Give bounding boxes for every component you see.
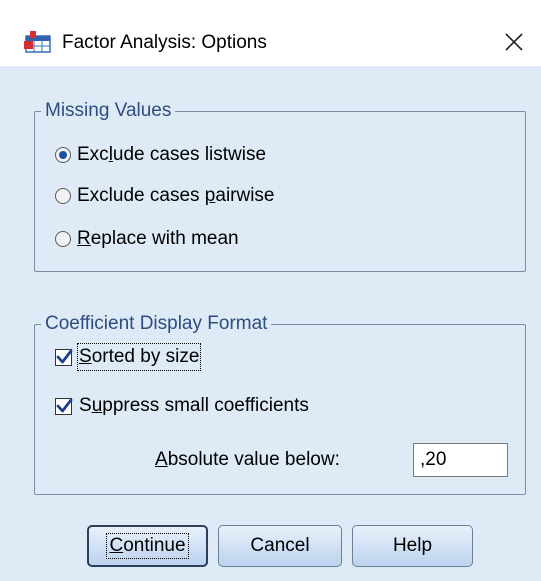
cancel-button[interactable]: Cancel	[218, 525, 342, 567]
absolute-value-label: Absolute value below:	[155, 449, 340, 470]
close-icon[interactable]	[498, 26, 530, 58]
radio-exclude-pairwise[interactable]: Exclude cases pairwise	[55, 184, 275, 208]
checkmark-icon	[56, 349, 73, 363]
radio-replace-with-mean-label: Replace with mean	[77, 228, 239, 249]
radio-replace-with-mean[interactable]: Replace with mean	[55, 227, 239, 251]
checkbox-sorted-by-size[interactable]: Sorted by size	[55, 343, 202, 371]
factor-analysis-app-icon	[24, 31, 52, 53]
radio-indicator[interactable]	[55, 147, 71, 163]
continue-button-label: Continue	[106, 533, 189, 559]
radio-exclude-listwise-label: Exclude cases listwise	[77, 144, 267, 165]
checkbox-suppress-indicator[interactable]	[55, 397, 73, 415]
missing-values-legend: Missing Values	[45, 100, 172, 121]
checkbox-sorted-label: Sorted by size	[76, 343, 202, 371]
radio-exclude-listwise[interactable]: Exclude cases listwise	[55, 143, 266, 167]
radio-exclude-pairwise-label: Exclude cases pairwise	[77, 185, 275, 206]
absolute-value-input[interactable]	[413, 443, 508, 477]
checkbox-sorted-indicator[interactable]	[55, 348, 73, 366]
coefficient-display-legend: Coefficient Display Format	[45, 313, 268, 334]
window-title: Factor Analysis: Options	[62, 32, 267, 53]
continue-button[interactable]: Continue	[87, 525, 208, 567]
radio-indicator[interactable]	[55, 188, 71, 204]
radio-indicator[interactable]	[55, 231, 71, 247]
checkmark-icon	[56, 398, 73, 412]
checkbox-suppress-label: Suppress small coefficients	[79, 395, 309, 416]
checkbox-suppress-small[interactable]: Suppress small coefficients	[55, 394, 309, 418]
title-bar: Factor Analysis: Options	[0, 0, 541, 66]
help-button[interactable]: Help	[352, 525, 473, 567]
